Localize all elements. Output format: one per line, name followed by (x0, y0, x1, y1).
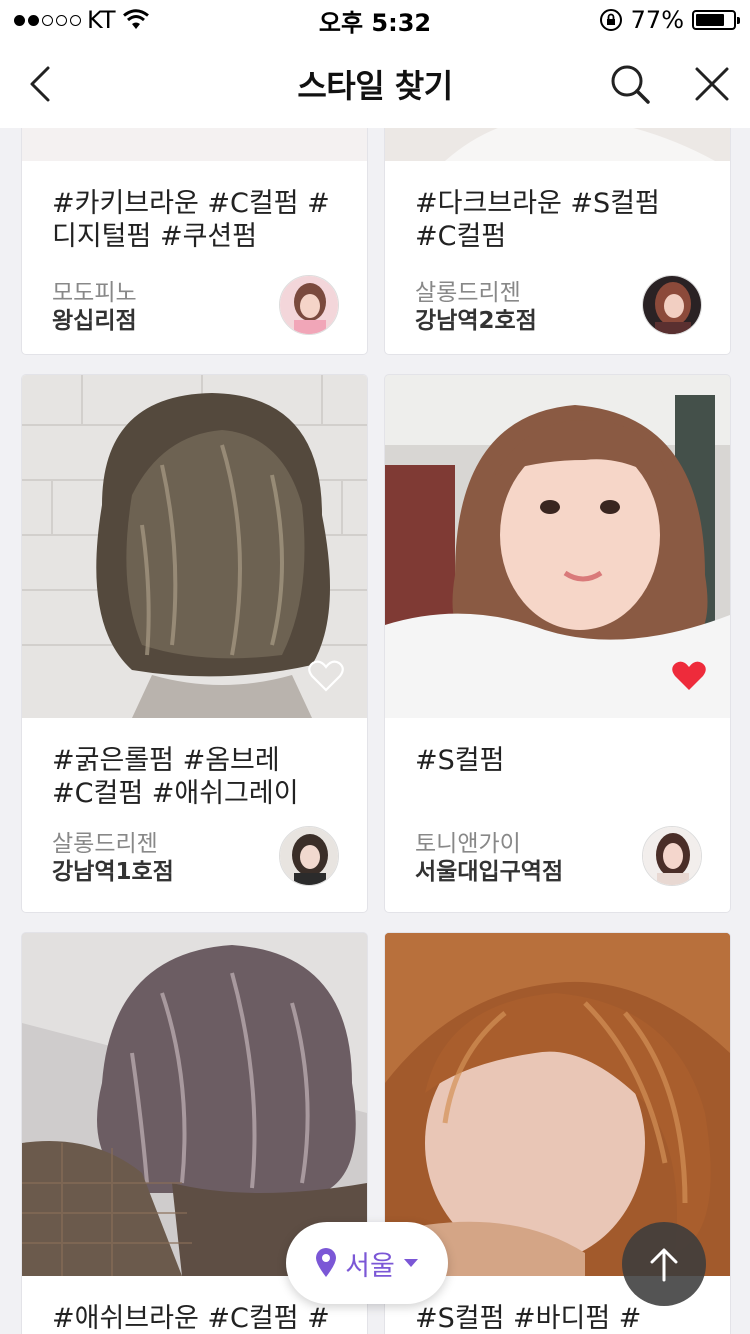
caret-down-icon (403, 1259, 418, 1267)
branch-name: 강남역2호점 (415, 308, 537, 334)
heart-icon[interactable] (308, 659, 344, 693)
card-info: #굵은롤펌 #옴브레 #C컬펌 #애쉬그레이 살롱드리젠 강남역1호점 (22, 718, 367, 912)
wifi-icon (122, 9, 149, 29)
branch-name: 서울대입구역점 (415, 859, 564, 885)
style-card[interactable]: #굵은롤펌 #옴브레 #C컬펌 #애쉬그레이 살롱드리젠 강남역1호점 (22, 375, 367, 912)
status-bar: KT 오후 5:32 77% (0, 0, 750, 40)
battery-percent: 77% (630, 6, 684, 34)
style-photo (385, 128, 730, 161)
designer-avatar[interactable] (642, 275, 702, 335)
battery-icon (692, 10, 740, 30)
designer-avatar[interactable] (279, 275, 339, 335)
style-tags: #굵은롤펌 #옴브레 #C컬펌 #애쉬그레이 (52, 745, 299, 809)
scroll-top-button[interactable] (622, 1222, 706, 1306)
style-photo (22, 128, 367, 161)
branch-name: 왕십리점 (52, 308, 137, 334)
carrier-label: KT (87, 6, 116, 34)
designer-avatar[interactable] (642, 826, 702, 886)
nav-bar: 스타일 찾기 (0, 40, 750, 128)
heart-icon[interactable] (671, 659, 707, 693)
location-label: 서울 (345, 1250, 395, 1282)
style-grid[interactable]: #카키브라운 #C컬펌 #디지털펌 #쿠션펌 모도피노 왕십리점 #다크브라운 … (0, 128, 750, 1334)
branch-name: 강남역1호점 (52, 859, 174, 885)
status-left: KT (14, 6, 150, 34)
close-icon[interactable] (688, 60, 736, 108)
style-tags: #애쉬브라운 #C컬펌 #볼 (52, 1303, 330, 1334)
card-info: #카키브라운 #C컬펌 #디지털펌 #쿠션펌 모도피노 왕십리점 (22, 161, 367, 354)
style-card[interactable]: #S컬펌 토니앤가이 서울대입구역점 (385, 375, 730, 912)
style-card[interactable]: #다크브라운 #S컬펌 #C컬펌 살롱드리젠 강남역2호점 (385, 128, 730, 354)
map-pin-icon (316, 1248, 337, 1277)
rotation-lock-icon (599, 9, 622, 31)
style-card[interactable]: #카키브라운 #C컬펌 #디지털펌 #쿠션펌 모도피노 왕십리점 (22, 128, 367, 354)
card-info: #다크브라운 #S컬펌 #C컬펌 살롱드리젠 강남역2호점 (385, 161, 730, 354)
location-filter-button[interactable]: 서울 (286, 1222, 448, 1304)
style-tags: #S컬펌 (415, 745, 505, 776)
page-title: 스타일 찾기 (297, 67, 453, 105)
signal-icon (14, 14, 81, 26)
status-right: 77% (599, 6, 740, 34)
search-icon[interactable] (606, 60, 654, 108)
style-tags: #S컬펌 #바디펌 #애쉬브 (415, 1303, 642, 1334)
style-tags: #카키브라운 #C컬펌 #디지털펌 #쿠션펌 (52, 188, 330, 252)
chevron-left-icon[interactable] (22, 62, 66, 106)
style-tags: #다크브라운 #S컬펌 #C컬펌 (415, 188, 660, 252)
designer-avatar[interactable] (279, 826, 339, 886)
card-info: #S컬펌 토니앤가이 서울대입구역점 (385, 718, 730, 912)
arrow-up-icon (650, 1248, 678, 1282)
